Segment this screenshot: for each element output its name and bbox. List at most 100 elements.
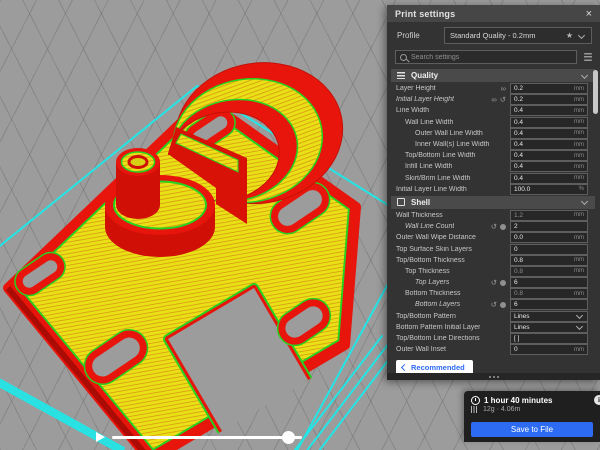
profile-dropdown[interactable]: Standard Quality - 0.2mm ★ bbox=[444, 27, 592, 44]
link-icon[interactable] bbox=[491, 96, 496, 103]
info-icon[interactable] bbox=[500, 224, 506, 230]
chevron-down-icon bbox=[581, 198, 588, 205]
setting-row[interactable]: Outer Wall Inset 0 mm bbox=[387, 344, 600, 355]
search-box[interactable] bbox=[395, 50, 577, 64]
setting-row[interactable]: Top Thickness 0.8 mm bbox=[387, 266, 600, 277]
setting-value: 2 bbox=[514, 223, 518, 230]
section-header[interactable]: Quality bbox=[391, 69, 595, 82]
setting-value-box[interactable]: 0.4 mm bbox=[510, 117, 588, 128]
setting-value: 0.4 bbox=[514, 152, 523, 159]
setting-row[interactable]: Line Width 0.4 mm bbox=[387, 105, 600, 116]
setting-label: Initial Layer Line Width bbox=[396, 186, 467, 193]
setting-row[interactable]: Initial Layer Line Width 100.0 % bbox=[387, 184, 600, 195]
revert-icon[interactable] bbox=[500, 96, 506, 103]
setting-value: 6 bbox=[514, 301, 518, 308]
panel-header[interactable]: Print settings × bbox=[387, 5, 600, 22]
info-icon[interactable] bbox=[500, 302, 506, 308]
setting-value-box[interactable]: 0.4 mm bbox=[510, 173, 588, 184]
info-icon[interactable]: i bbox=[594, 395, 600, 405]
setting-row[interactable]: Infill Line Width 0.4 mm bbox=[387, 161, 600, 172]
panel-resize-grip[interactable] bbox=[387, 373, 600, 380]
setting-value-box[interactable]: 100.0 % bbox=[510, 184, 588, 195]
setting-row[interactable]: Skirt/Brim Line Width 0.4 mm bbox=[387, 173, 600, 184]
setting-value-box[interactable]: 0.2 mm bbox=[510, 94, 588, 105]
play-icon[interactable] bbox=[96, 432, 105, 442]
setting-value-box[interactable]: 0.4 mm bbox=[510, 150, 588, 161]
setting-value-box[interactable]: 0.4 mm bbox=[510, 161, 588, 172]
setting-label: Inner Wall(s) Line Width bbox=[396, 141, 489, 148]
close-icon[interactable]: × bbox=[586, 9, 592, 19]
shell-icon bbox=[397, 198, 405, 206]
setting-unit: % bbox=[579, 186, 584, 192]
setting-value-box[interactable]: 0.8 mm bbox=[510, 288, 588, 299]
setting-row[interactable]: Bottom Pattern Initial Layer Lines bbox=[387, 322, 600, 333]
setting-value-box[interactable]: 0.8 mm bbox=[510, 255, 588, 266]
setting-value-box[interactable]: 0.8 mm bbox=[510, 266, 588, 277]
setting-row[interactable]: Wall Thickness 1.2 mm bbox=[387, 210, 600, 221]
setting-label: Outer Wall Inset bbox=[396, 346, 446, 353]
profile-value: Standard Quality - 0.2mm bbox=[450, 31, 535, 40]
setting-row[interactable]: Wall Line Width 0.4 mm bbox=[387, 117, 600, 128]
print-settings-panel: Print settings × Profile Standard Qualit… bbox=[387, 5, 600, 380]
setting-value-box[interactable]: 1.2 mm bbox=[510, 210, 588, 221]
setting-row[interactable]: Outer Wall Line Width 0.4 mm bbox=[387, 128, 600, 139]
setting-row[interactable]: Wall Line Count 2 bbox=[387, 221, 600, 232]
info-icon[interactable] bbox=[500, 280, 506, 286]
quality-icon bbox=[397, 72, 405, 79]
setting-value-box[interactable]: 6 bbox=[510, 299, 588, 310]
setting-value: 0.2 bbox=[514, 85, 523, 92]
setting-row[interactable]: Outer Wall Wipe Distance 0.0 mm bbox=[387, 232, 600, 243]
setting-row[interactable]: Bottom Layers 6 bbox=[387, 299, 600, 310]
layer-slider[interactable] bbox=[96, 428, 302, 446]
setting-row[interactable]: Inner Wall(s) Line Width 0.4 mm bbox=[387, 139, 600, 150]
setting-value: 0.8 bbox=[514, 257, 523, 264]
layer-slider-handle[interactable] bbox=[282, 431, 295, 444]
setting-value: 0.2 bbox=[514, 96, 523, 103]
setting-value-box[interactable]: 0 bbox=[510, 244, 588, 255]
setting-unit: mm bbox=[574, 257, 584, 263]
setting-value-box[interactable]: 2 bbox=[510, 221, 588, 232]
setting-value-box[interactable]: 0.4 mm bbox=[510, 128, 588, 139]
recommended-label: Recommended bbox=[411, 363, 465, 372]
setting-row[interactable]: Top/Bottom Thickness 0.8 mm bbox=[387, 255, 600, 266]
revert-icon[interactable] bbox=[491, 223, 497, 230]
setting-value-box[interactable]: Lines bbox=[510, 322, 588, 333]
model-preview[interactable] bbox=[8, 50, 356, 450]
setting-row[interactable]: Top Surface Skin Layers 0 bbox=[387, 243, 600, 254]
filter-icon[interactable] bbox=[584, 53, 592, 61]
setting-label: Bottom Pattern Initial Layer bbox=[396, 324, 480, 331]
setting-value-box[interactable]: 6 bbox=[510, 277, 588, 288]
setting-row[interactable]: Layer Height 0.2 mm bbox=[387, 83, 600, 94]
setting-row[interactable]: Initial Layer Height 0.2 mm bbox=[387, 94, 600, 105]
setting-row[interactable]: Top Layers 6 bbox=[387, 277, 600, 288]
setting-row[interactable]: Top/Bottom Line Width 0.4 mm bbox=[387, 150, 600, 161]
star-icon[interactable]: ★ bbox=[566, 32, 573, 40]
setting-value-box[interactable]: Lines bbox=[510, 311, 588, 322]
setting-value-box[interactable]: 0.4 mm bbox=[510, 105, 588, 116]
link-icon[interactable] bbox=[501, 85, 506, 92]
setting-value-box[interactable]: 0.4 mm bbox=[510, 139, 588, 150]
setting-unit: mm bbox=[574, 164, 584, 170]
section-title: Quality bbox=[411, 71, 438, 80]
scrollbar-thumb[interactable] bbox=[593, 70, 598, 114]
setting-value-box[interactable]: [ ] bbox=[510, 333, 588, 344]
setting-value-box[interactable]: 0 mm bbox=[510, 344, 588, 355]
setting-row[interactable]: Top/Bottom Pattern Lines bbox=[387, 311, 600, 322]
section-header[interactable]: Shell bbox=[391, 196, 595, 209]
setting-label: Top/Bottom Line Directions bbox=[396, 335, 480, 342]
setting-row[interactable]: Bottom Thickness 0.8 mm bbox=[387, 288, 600, 299]
revert-icon[interactable] bbox=[491, 279, 497, 286]
setting-label: Top Layers bbox=[396, 279, 449, 286]
revert-icon[interactable] bbox=[491, 301, 497, 308]
job-time-row: 1 hour 40 minutes bbox=[471, 396, 593, 405]
setting-row[interactable]: Top/Bottom Line Directions [ ] bbox=[387, 333, 600, 344]
setting-value: 0.4 bbox=[514, 119, 523, 126]
save-to-file-button[interactable]: Save to File bbox=[471, 422, 593, 437]
setting-value-box[interactable]: 0.0 mm bbox=[510, 232, 588, 243]
setting-label: Wall Thickness bbox=[396, 212, 443, 219]
setting-value-box[interactable]: 0.2 mm bbox=[510, 83, 588, 94]
panel-title: Print settings bbox=[395, 9, 455, 19]
scrollbar[interactable] bbox=[593, 68, 598, 358]
layer-slider-track[interactable] bbox=[112, 436, 302, 439]
search-input[interactable] bbox=[411, 54, 572, 61]
